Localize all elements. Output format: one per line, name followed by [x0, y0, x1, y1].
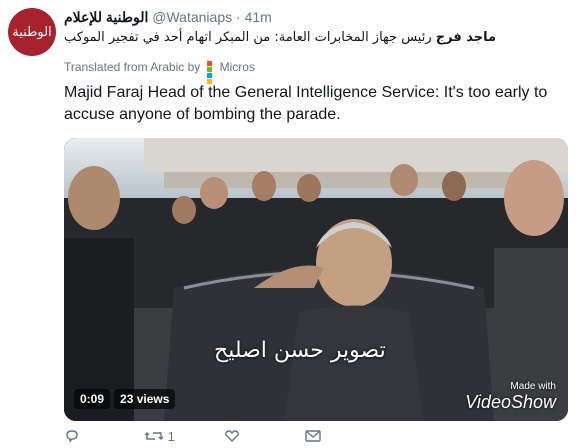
- video-frame: [64, 138, 568, 421]
- dm-button[interactable]: [304, 428, 322, 444]
- tweet-text-arabic: ماجد فرج رئيس جهاز المخابرات العامة: من …: [64, 30, 566, 45]
- video-duration: 0:09: [74, 389, 111, 409]
- tweet-header: الوطنية للإعلام @Wataniaps · 41m: [64, 9, 272, 26]
- display-name[interactable]: الوطنية للإعلام: [64, 9, 148, 25]
- user-handle[interactable]: @Wataniaps: [152, 9, 232, 25]
- time-separator: ·: [236, 9, 241, 25]
- translation-label: Translated from Arabic by: [64, 60, 201, 74]
- tweet-text-translated: Majid Faraj Head of the General Intellig…: [64, 84, 548, 123]
- tweet-text-arabic-rest: رئيس جهاز المخابرات العامة: من المبكر ات…: [64, 30, 436, 45]
- avatar[interactable]: الوطنية: [8, 8, 56, 56]
- translation-attribution: Translated from Arabic by Micros: [64, 60, 255, 84]
- dm-icon: [305, 430, 321, 442]
- retweet-icon: [144, 432, 164, 440]
- timestamp[interactable]: 41m: [245, 9, 272, 25]
- videoshow-badge: Made with VideoShow: [465, 381, 556, 413]
- tweet-text-arabic-lead: ماجد فرج: [435, 30, 497, 45]
- like-button[interactable]: [224, 428, 240, 444]
- video-info: 0:09 23 views: [74, 389, 176, 409]
- tweet-actions: 1: [64, 428, 514, 448]
- reply-button[interactable]: [64, 428, 80, 444]
- video-views: 23 views: [114, 389, 176, 409]
- microsoft-logo-icon: [206, 61, 218, 84]
- video-player[interactable]: تصوير حسن اصليح Made with VideoShow 0:09…: [64, 138, 568, 421]
- retweet-count: 1: [167, 429, 175, 444]
- reply-icon: [66, 430, 78, 443]
- like-icon: [225, 430, 239, 442]
- translator-name: Micros: [219, 60, 255, 74]
- videoshow-brand: VideoShow: [465, 392, 556, 412]
- avatar-logo-text: الوطنية: [12, 24, 52, 40]
- video-watermark: تصوير حسن اصليح: [214, 338, 386, 363]
- videoshow-made-with: Made with: [510, 381, 556, 392]
- retweet-button[interactable]: 1: [144, 428, 175, 444]
